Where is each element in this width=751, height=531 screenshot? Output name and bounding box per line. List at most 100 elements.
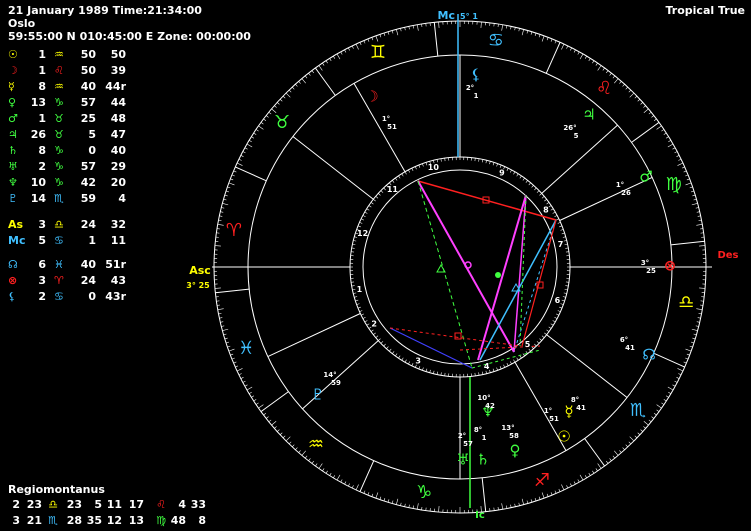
degree-tick [536,190,540,193]
degree-tick [579,474,584,481]
degree-tick [478,158,480,162]
degree-tick [315,463,318,467]
degree-tick [489,369,491,373]
degree-tick [588,58,591,62]
degree-tick [298,450,301,453]
zodiac-sign-icon: ♓ [238,338,254,359]
degree-tick [387,31,390,35]
sign-boundary-line [433,22,439,57]
degree-tick [509,361,512,365]
saturn-glyph: ♄ [476,451,489,469]
degree-tick [276,429,280,432]
sign-boundary-line [215,288,250,294]
degree-tick [401,357,404,361]
degree-tick [557,310,561,313]
degree-tick [672,147,676,150]
degree-tick [268,419,272,423]
degree-tick [325,60,328,64]
degree-tick [220,321,224,323]
degree-tick [361,313,364,316]
degree-tick [557,221,561,224]
degree-tick [253,132,257,135]
degree-tick [362,215,366,218]
degree-tick [692,337,696,340]
degree-tick [663,399,667,402]
sign-boundary-line [260,391,289,412]
degree-tick [691,328,698,331]
square-aspect-marker [454,332,462,340]
degree-tick [699,287,706,289]
degree-tick [546,493,549,497]
degree-tick [395,177,398,181]
degree-tick [692,194,696,197]
degree-tick [674,151,678,154]
degree-tick [375,492,379,499]
degree-tick [253,399,257,402]
house-cusp-line [292,136,374,200]
degree-tick [489,161,491,165]
degree-tick [255,402,259,405]
degree-tick [696,321,700,323]
degree-tick [595,62,598,66]
degree-tick [371,37,374,41]
degree-tick [217,223,224,226]
degree-tick [614,78,619,84]
degree-tick [416,24,419,31]
degree-tick [554,316,558,319]
degree-tick [370,202,374,205]
degree-tick [546,202,550,205]
degree-tick [418,366,421,370]
house-number: 11 [387,185,399,194]
degree-tick [519,175,522,179]
degree-tick [357,225,361,228]
degree-tick [418,164,421,168]
degree-tick [329,472,332,476]
degree-tick [436,159,439,163]
planet-minute-label: 1 [482,434,487,442]
degree-tick [565,247,569,249]
degree-tick [628,441,632,445]
degree-tick [579,53,584,60]
degree-tick [408,361,411,365]
degree-tick [570,47,572,51]
degree-tick [260,122,264,125]
degree-tick [550,208,554,211]
degree-tick [560,303,564,305]
degree-tick [499,366,502,370]
degree-tick [221,325,225,327]
degree-tick [663,132,667,135]
degree-tick [362,316,366,319]
degree-tick [629,436,635,442]
degree-tick [577,51,580,55]
degree-tick [691,190,695,193]
sign-boundary-line [631,122,660,143]
degree-tick [308,458,311,462]
sign-boundary-line [315,67,336,96]
degree-tick [592,60,595,64]
degree-tick [612,455,616,459]
degree-tick [526,30,529,34]
house-number: 4 [484,362,490,371]
degree-tick [640,102,644,105]
degree-tick [367,492,370,496]
house-cusp-line [267,313,361,358]
degree-tick [695,325,699,327]
degree-tick [404,503,406,507]
degree-tick [225,341,229,344]
degree-tick [404,171,407,175]
degree-tick [485,370,487,374]
degree-tick [379,496,382,500]
zodiac-sign-icon: ♒ [308,434,324,455]
degree-tick [514,503,516,507]
planet-degree-label: 8° [474,426,482,434]
degree-tick [588,472,591,476]
degree-tick [391,500,394,504]
sign-boundary-line [235,166,267,182]
degree-tick [552,211,556,214]
degree-tick [408,169,411,173]
degree-tick [665,395,669,398]
degree-tick [351,485,354,489]
degree-tick [236,162,243,166]
degree-tick [367,38,370,42]
degree-tick [425,368,428,372]
